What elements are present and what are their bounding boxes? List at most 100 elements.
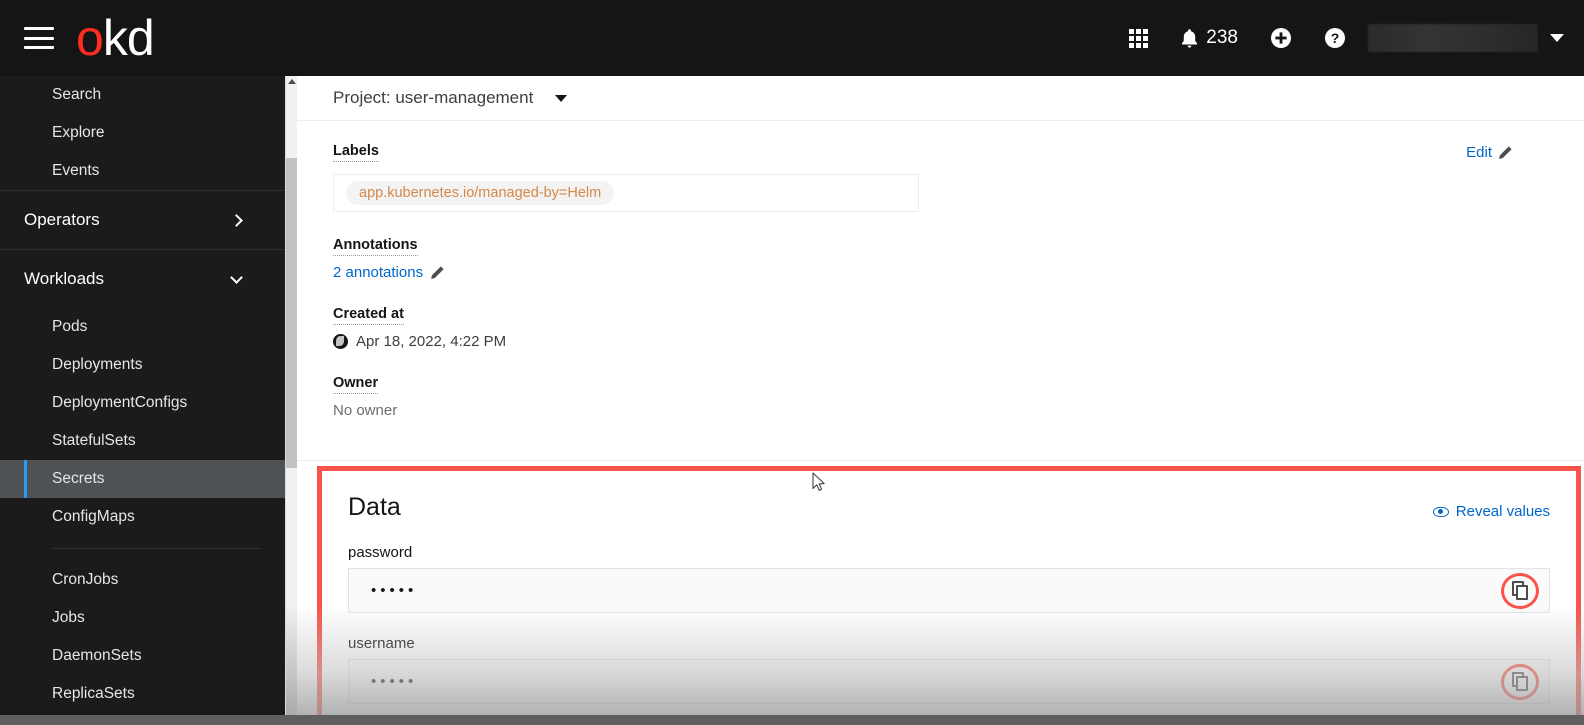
- sidebar-item-configmaps[interactable]: ConfigMaps: [0, 498, 285, 536]
- sidebar-item-label: Events: [52, 162, 100, 179]
- annotation-circle: [1501, 663, 1539, 700]
- secret-value-masked: •••••: [371, 582, 418, 599]
- sidebar-item-secrets[interactable]: Secrets: [0, 460, 285, 498]
- sidebar-item-label: Secrets: [52, 470, 105, 487]
- owner-value: No owner: [333, 402, 398, 419]
- owner-block: Owner No owner: [333, 374, 1548, 419]
- sidebar-subdivider: [52, 548, 261, 549]
- secret-data-card: Data Reveal values password ••••• userna…: [317, 466, 1581, 725]
- secret-entry-username: username •••••: [348, 635, 1550, 704]
- annotations-link[interactable]: 2 annotations: [333, 264, 423, 281]
- copy-to-clipboard-button[interactable]: [1501, 663, 1539, 700]
- sidebar-item-jobs[interactable]: Jobs: [0, 599, 285, 637]
- sidebar-item-label: Pods: [52, 318, 88, 335]
- created-at-block: Created at Apr 18, 2022, 4:22 PM: [333, 305, 1548, 350]
- project-selector-label: Project: user-management: [333, 88, 534, 107]
- hamburger-icon[interactable]: [24, 27, 54, 49]
- sidebar-item-pods[interactable]: Pods: [0, 308, 285, 346]
- notification-count: 238: [1206, 27, 1238, 48]
- eye-icon: [1432, 506, 1449, 517]
- okd-logo[interactable]: o kd: [76, 10, 155, 66]
- sidebar-item-replicasets[interactable]: ReplicaSets: [0, 675, 285, 713]
- globe-icon: [333, 334, 348, 349]
- user-menu-caret-icon[interactable]: [1550, 34, 1564, 42]
- sidebar-item-label: ConfigMaps: [52, 508, 135, 525]
- owner-heading: Owner: [333, 375, 379, 394]
- edit-labels-label: Edit: [1466, 144, 1492, 161]
- created-at-value-row: Apr 18, 2022, 4:22 PM: [333, 333, 1548, 350]
- secret-value-masked: •••••: [371, 673, 418, 690]
- copy-to-clipboard-button[interactable]: [1501, 572, 1539, 609]
- secret-entry-password: password •••••: [348, 544, 1550, 613]
- svg-text:?: ?: [1331, 30, 1340, 46]
- hamburger-bar: [24, 27, 54, 30]
- label-chip[interactable]: app.kubernetes.io/managed-by=Helm: [346, 181, 615, 205]
- apps-button[interactable]: [1113, 0, 1164, 76]
- sidebar-section-workloads[interactable]: Workloads: [0, 250, 285, 308]
- mouse-cursor: [812, 472, 825, 491]
- reveal-values-label: Reveal values: [1455, 503, 1550, 520]
- annotations-heading: Annotations: [333, 237, 418, 256]
- sidebar-item-daemonsets[interactable]: DaemonSets: [0, 637, 285, 675]
- chevron-down-icon: [230, 270, 243, 284]
- user-menu-value[interactable]: [1368, 24, 1538, 52]
- notifications-button[interactable]: 238: [1164, 0, 1254, 76]
- page-scrollbar[interactable]: [285, 76, 298, 725]
- created-at-value: Apr 18, 2022, 4:22 PM: [356, 333, 507, 350]
- grid-icon: [1129, 28, 1149, 48]
- section-divider: [297, 460, 1584, 461]
- help-button[interactable]: ?: [1308, 0, 1362, 76]
- edit-labels-button[interactable]: Edit: [1466, 144, 1513, 161]
- sidebar-item-statefulsets[interactable]: StatefulSets: [0, 422, 285, 460]
- sidebar-section-label: Workloads: [24, 269, 104, 288]
- question-circle-icon: ?: [1325, 28, 1345, 48]
- hamburger-bar: [24, 36, 54, 40]
- masthead: o kd 238 ?: [0, 0, 1584, 76]
- okd-console-window: o kd 238 ? Search Explore Events Operato…: [0, 0, 1584, 725]
- sidebar-item-deployments[interactable]: Deployments: [0, 346, 285, 384]
- secret-key-label: username: [348, 635, 415, 652]
- main-content: Project: user-management Labels Edit app…: [297, 76, 1584, 725]
- bell-icon: [1182, 28, 1198, 48]
- sidebar-section-label: Operators: [24, 210, 100, 229]
- sidebar-item-label: Jobs: [52, 609, 85, 626]
- labels-heading: Labels: [333, 143, 379, 162]
- chevron-right-icon: [230, 213, 243, 227]
- sidebar-nav[interactable]: Search Explore Events Operators Workload…: [0, 76, 285, 725]
- masthead-toolbar: 238 ?: [1113, 0, 1584, 76]
- sidebar-item-cronjobs[interactable]: CronJobs: [0, 561, 285, 599]
- sidebar-item-label: DaemonSets: [52, 647, 142, 664]
- annotations-block: Annotations 2 annotations: [333, 236, 1548, 281]
- secret-details: Labels Edit app.kubernetes.io/managed-by…: [297, 121, 1584, 419]
- caret-down-icon: [555, 94, 568, 102]
- sidebar-item-label: Explore: [52, 124, 105, 141]
- window-bottom-band: [0, 715, 1584, 725]
- sidebar-section-operators[interactable]: Operators: [0, 191, 285, 249]
- sidebar-item-label: Search: [52, 86, 102, 103]
- sidebar-item-deploymentconfigs[interactable]: DeploymentConfigs: [0, 384, 285, 422]
- data-card-title: Data: [348, 493, 401, 521]
- sidebar-item-explore[interactable]: Explore: [0, 114, 285, 152]
- plus-circle-icon: [1271, 28, 1291, 48]
- sidebar-item-label: DeploymentConfigs: [52, 394, 188, 411]
- logo-letters-kd: kd: [102, 10, 155, 66]
- pencil-icon[interactable]: [430, 265, 445, 280]
- sidebar-item-label: StatefulSets: [52, 432, 136, 449]
- hamburger-bar: [24, 46, 54, 49]
- data-card-header: Data Reveal values: [348, 493, 1550, 522]
- annotation-circle: [1501, 572, 1539, 609]
- secret-value-field[interactable]: •••••: [348, 659, 1550, 704]
- secret-value-field[interactable]: •••••: [348, 568, 1550, 613]
- scroll-up-arrow-icon[interactable]: [288, 79, 296, 84]
- logo-letter-o: o: [76, 10, 104, 66]
- reveal-values-button[interactable]: Reveal values: [1432, 503, 1550, 520]
- pencil-icon: [1499, 146, 1512, 159]
- sidebar-item-label: CronJobs: [52, 571, 119, 588]
- sidebar-item-label: ReplicaSets: [52, 685, 135, 702]
- add-button[interactable]: [1254, 0, 1308, 76]
- sidebar-item-events[interactable]: Events: [0, 152, 285, 190]
- project-selector[interactable]: Project: user-management: [297, 76, 1584, 121]
- sidebar-item-search[interactable]: Search: [0, 76, 285, 114]
- secret-key-label: password: [348, 544, 413, 561]
- sidebar-item-label: Deployments: [52, 356, 143, 373]
